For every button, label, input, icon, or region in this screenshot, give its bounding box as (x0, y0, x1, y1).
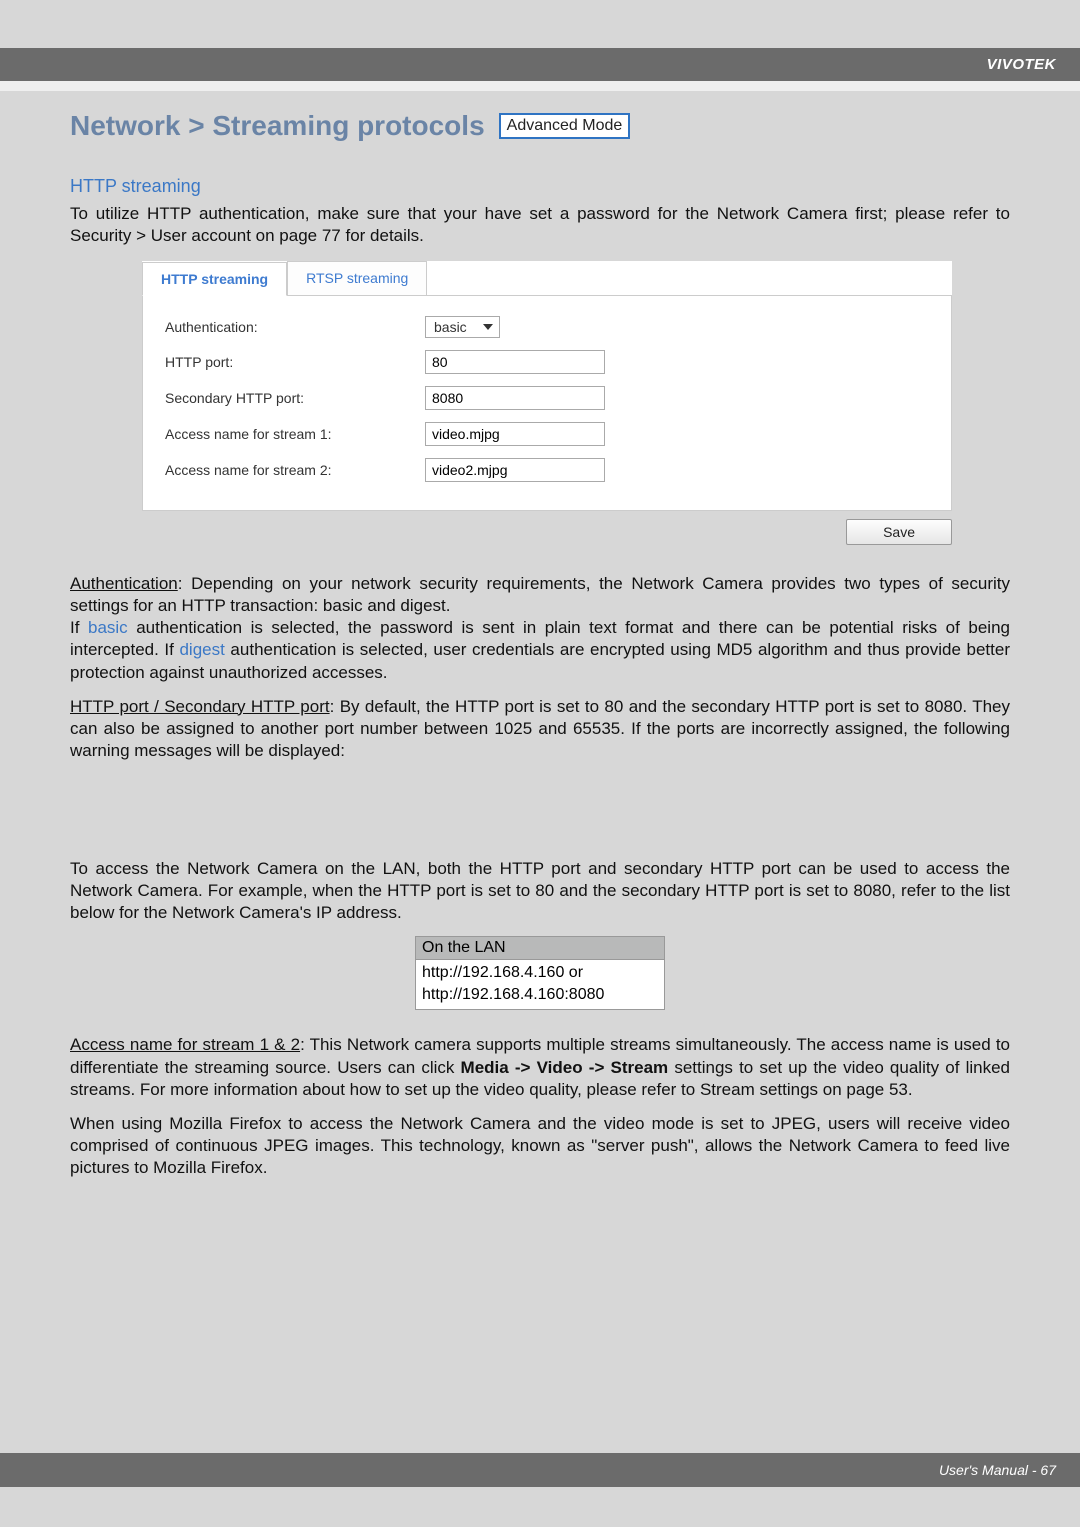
label-access-stream-2: Access name for stream 2: (165, 462, 425, 478)
http-streaming-heading: HTTP streaming (70, 176, 1010, 197)
form-area: Authentication: basic HTTP port: Seconda… (142, 296, 952, 511)
streaming-settings-panel: HTTP streaming RTSP streaming Authentica… (142, 261, 952, 511)
row-access-stream-2: Access name for stream 2: (165, 458, 929, 482)
http-port-paragraph: HTTP port / Secondary HTTP port: By defa… (70, 696, 1010, 762)
authentication-term: Authentication (70, 574, 178, 593)
access-name-term: Access name for stream 1 & 2 (70, 1035, 300, 1054)
digest-term: digest (179, 640, 224, 659)
http-port-input[interactable] (425, 350, 605, 374)
save-button[interactable]: Save (846, 519, 952, 545)
authentication-body-1: : Depending on your network security req… (70, 574, 1010, 615)
lan-intro-paragraph: To access the Network Camera on the LAN,… (70, 858, 1010, 924)
tab-http-streaming[interactable]: HTTP streaming (142, 262, 287, 296)
tab-rtsp-streaming[interactable]: RTSP streaming (287, 261, 427, 295)
advanced-mode-badge: Advanced Mode (499, 113, 631, 139)
lan-url-1: http://192.168.4.160 or (422, 962, 658, 984)
access-stream-2-input[interactable] (425, 458, 605, 482)
header-underline (0, 81, 1080, 91)
top-header-band: VIVOTEK (0, 48, 1080, 81)
lan-box-body: http://192.168.4.160 or http://192.168.4… (415, 960, 665, 1010)
http-streaming-intro: To utilize HTTP authentication, make sur… (70, 203, 1010, 247)
row-authentication: Authentication: basic (165, 316, 929, 338)
secondary-http-port-input[interactable] (425, 386, 605, 410)
lan-address-box: On the LAN http://192.168.4.160 or http:… (415, 936, 665, 1010)
access-name-paragraph: Access name for stream 1 & 2: This Netwo… (70, 1034, 1010, 1100)
row-http-port: HTTP port: (165, 350, 929, 374)
label-access-stream-1: Access name for stream 1: (165, 426, 425, 442)
access-stream-1-input[interactable] (425, 422, 605, 446)
authentication-paragraph: Authentication: Depending on your networ… (70, 573, 1010, 683)
tab-bar: HTTP streaming RTSP streaming (142, 261, 952, 296)
brand-label: VIVOTEK (987, 56, 1056, 73)
basic-term: basic (88, 618, 128, 637)
warning-placeholder (70, 774, 1010, 858)
http-port-term: HTTP port / Secondary HTTP port (70, 697, 330, 716)
authentication-value: basic (434, 319, 467, 335)
chevron-down-icon (483, 324, 493, 330)
footer-band: User's Manual - 67 (0, 1453, 1080, 1487)
footer-page-label: User's Manual - 67 (939, 1462, 1056, 1478)
media-video-stream-path: Media -> Video -> Stream (461, 1058, 669, 1077)
save-row: Save (142, 519, 952, 545)
lan-url-2: http://192.168.4.160:8080 (422, 984, 658, 1006)
lan-box-header: On the LAN (415, 936, 665, 960)
row-access-stream-1: Access name for stream 1: (165, 422, 929, 446)
page-content: Network > Streaming protocols Advanced M… (70, 110, 1010, 1191)
label-http-port: HTTP port: (165, 354, 425, 370)
label-secondary-http-port: Secondary HTTP port: (165, 390, 425, 406)
authentication-if: If (70, 618, 88, 637)
firefox-paragraph: When using Mozilla Firefox to access the… (70, 1113, 1010, 1179)
authentication-select[interactable]: basic (425, 316, 500, 338)
row-secondary-http-port: Secondary HTTP port: (165, 386, 929, 410)
label-authentication: Authentication: (165, 319, 425, 335)
page-title-row: Network > Streaming protocols Advanced M… (70, 110, 1010, 142)
page-title: Network > Streaming protocols (70, 110, 485, 142)
